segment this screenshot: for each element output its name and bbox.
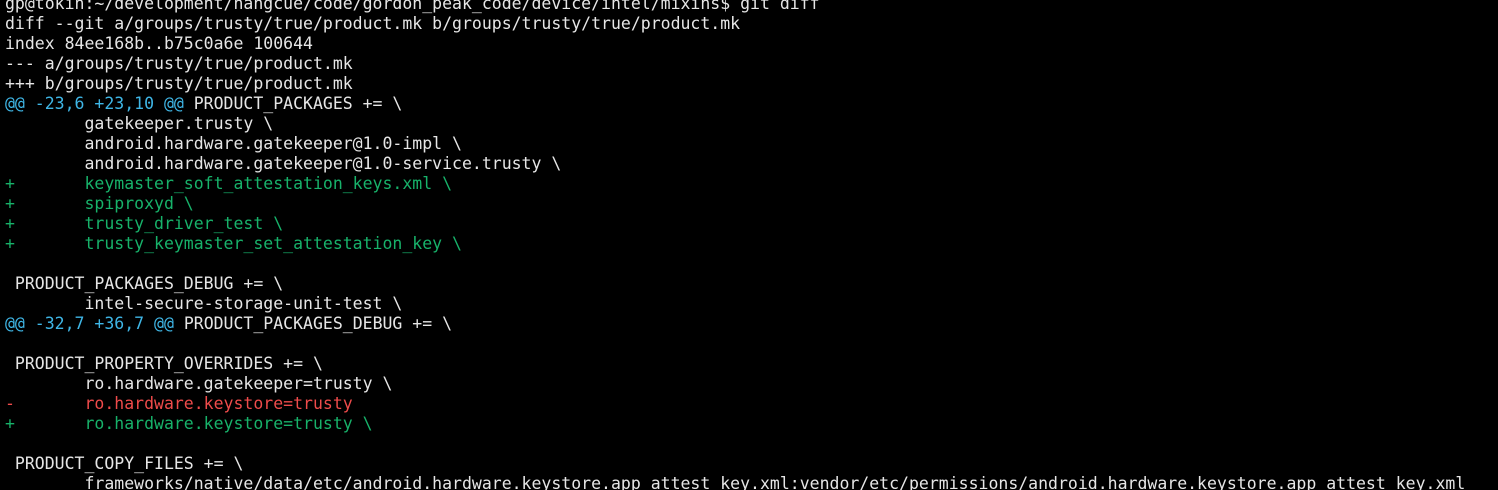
terminal-window[interactable]: gp@tokin:~/development/hangcue/code/gord… [0,0,1498,490]
hunk-range-marker: @@ -23,6 +23,10 @@ [5,94,184,113]
diff-removed-line: - ro.hardware.keystore=trusty [5,394,1465,414]
line-text: diff --git a/groups/trusty/true/product.… [5,14,741,33]
line-text: android.hardware.gatekeeper@1.0-service.… [5,154,562,173]
diff-context-line [5,434,1465,454]
diff-context-line: ro.hardware.gatekeeper=trusty \ [5,374,1465,394]
diff-context-line: PRODUCT_PROPERTY_OVERRIDES += \ [5,354,1465,374]
diff-context-line: intel-secure-storage-unit-test \ [5,294,1465,314]
diff-hunk-header-line: @@ -32,7 +36,7 @@ PRODUCT_PACKAGES_DEBUG… [5,314,1465,334]
line-text: gatekeeper.trusty \ [5,114,274,133]
line-text: ro.hardware.gatekeeper=trusty \ [5,374,393,393]
line-text: + spiproxyd \ [5,194,194,213]
diff-context-line: android.hardware.gatekeeper@1.0-service.… [5,154,1465,174]
line-text: +++ b/groups/trusty/true/product.mk [5,74,353,93]
diff-context-line: frameworks/native/data/etc/android.hardw… [5,474,1465,490]
diff-context-line: diff --git a/groups/trusty/true/product.… [5,14,1465,34]
line-text: + keymaster_soft_attestation_keys.xml \ [5,174,453,193]
line-text: PRODUCT_COPY_FILES += \ [5,454,244,473]
line-text: PRODUCT_PROPERTY_OVERRIDES += \ [5,354,323,373]
diff-context-line [5,334,1465,354]
line-text: + ro.hardware.keystore=trusty \ [5,414,373,433]
hunk-context-text: PRODUCT_PACKAGES += \ [183,94,403,113]
diff-context-line: --- a/groups/trusty/true/product.mk [5,54,1465,74]
diff-context-line: PRODUCT_PACKAGES_DEBUG += \ [5,274,1465,294]
hunk-range-marker: @@ -32,7 +36,7 @@ [5,314,174,333]
line-text: frameworks/native/data/etc/android.hardw… [5,474,1466,490]
line-text: + trusty_driver_test \ [5,214,284,233]
diff-added-line: + ro.hardware.keystore=trusty \ [5,414,1465,434]
diff-context-line: android.hardware.gatekeeper@1.0-impl \ [5,134,1465,154]
line-text: intel-secure-storage-unit-test \ [5,294,403,313]
diff-added-line: + trusty_driver_test \ [5,214,1465,234]
line-text: - ro.hardware.keystore=trusty [5,394,353,413]
line-text: PRODUCT_PACKAGES_DEBUG += \ [5,274,284,293]
line-text: + trusty_keymaster_set_attestation_key \ [5,234,462,253]
diff-context-line: PRODUCT_COPY_FILES += \ [5,454,1465,474]
line-text: --- a/groups/trusty/true/product.mk [5,54,353,73]
diff-context-line: index 84ee168b..b75c0a6e 100644 [5,34,1465,54]
diff-added-line: + keymaster_soft_attestation_keys.xml \ [5,174,1465,194]
diff-added-line: + trusty_keymaster_set_attestation_key \ [5,234,1465,254]
line-text: index 84ee168b..b75c0a6e 100644 [5,34,313,53]
diff-context-line: gatekeeper.trusty \ [5,114,1465,134]
diff-hunk-header-line: @@ -23,6 +23,10 @@ PRODUCT_PACKAGES += \ [5,94,1465,114]
terminal-output: gp@tokin:~/development/hangcue/code/gord… [5,0,1465,490]
line-text: gp@tokin:~/development/hangcue/code/gord… [5,0,820,13]
diff-context-line: +++ b/groups/trusty/true/product.mk [5,74,1465,94]
diff-context-line [5,254,1465,274]
line-text: android.hardware.gatekeeper@1.0-impl \ [5,134,462,153]
hunk-context-text: PRODUCT_PACKAGES_DEBUG += \ [173,314,453,333]
diff-context-line: gp@tokin:~/development/hangcue/code/gord… [5,0,1465,14]
diff-added-line: + spiproxyd \ [5,194,1465,214]
